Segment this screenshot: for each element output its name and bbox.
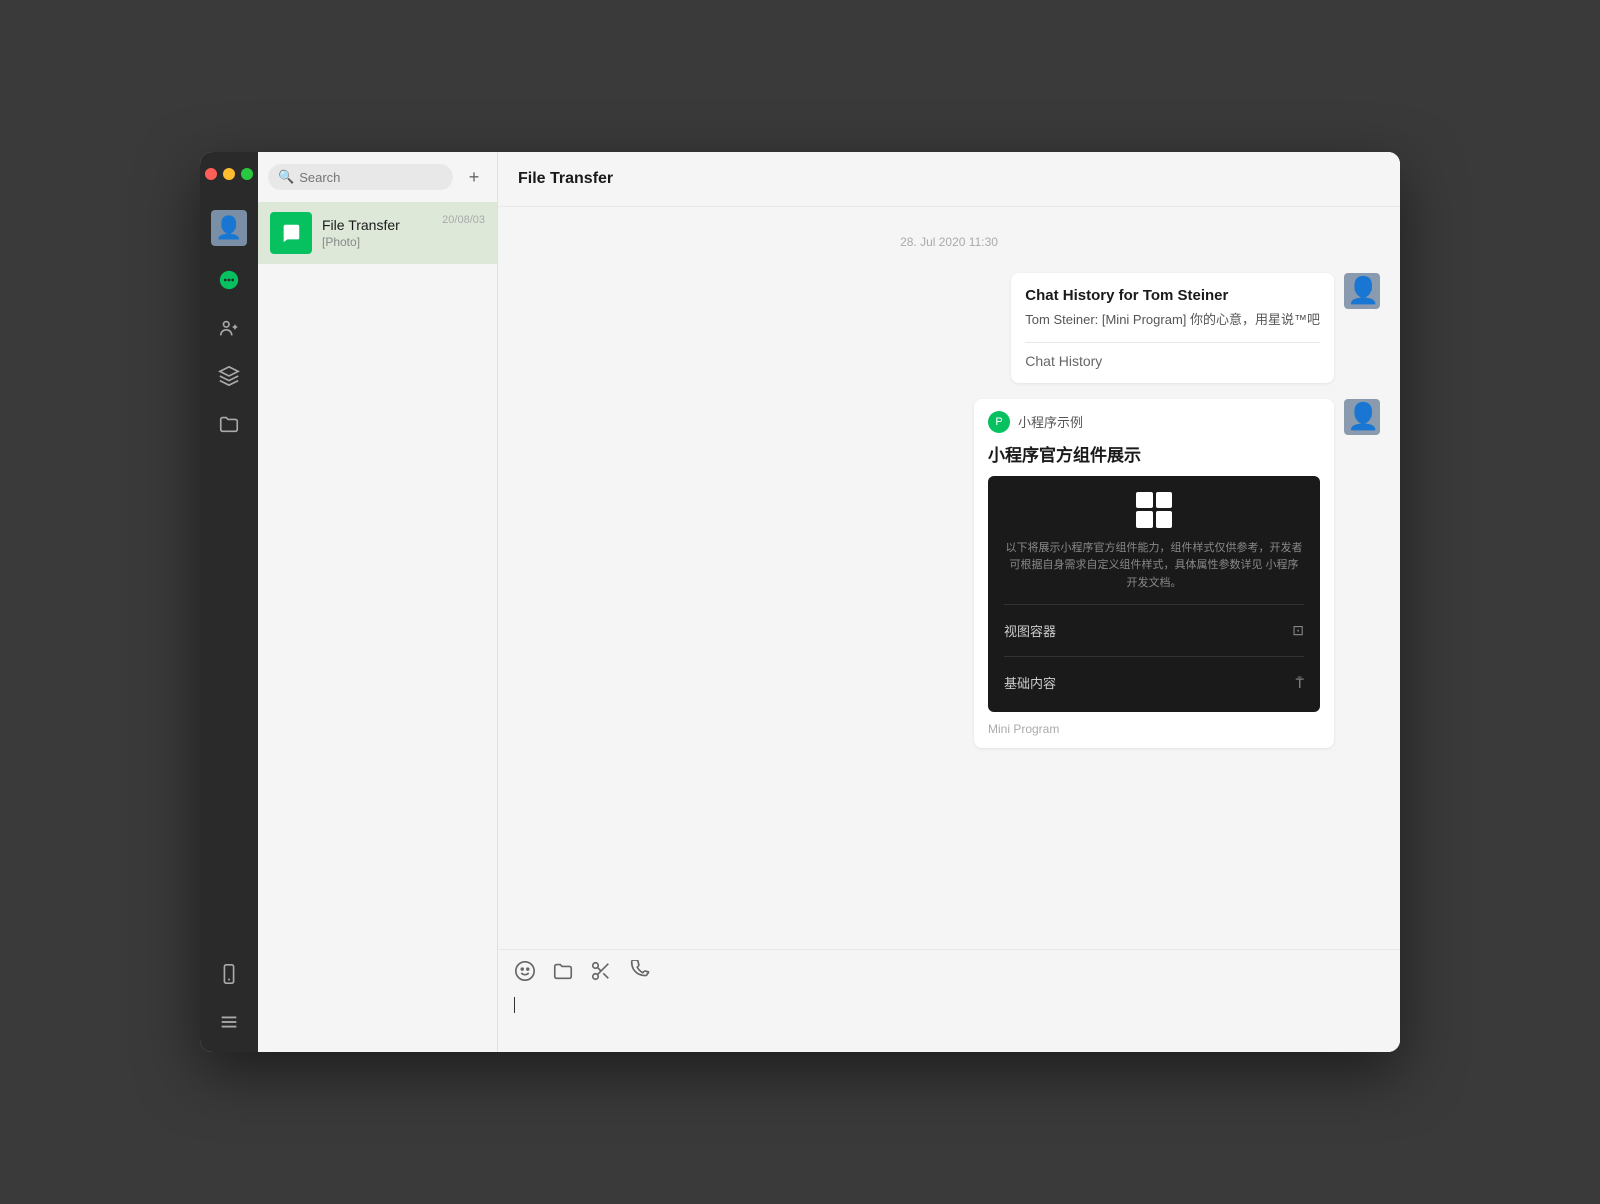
mini-program-card[interactable]: P 小程序示例 小程序官方组件展示 [974, 399, 1334, 749]
sidebar-bottom [215, 960, 243, 1036]
maximize-button[interactable] [241, 168, 253, 180]
preview-row-1-icon: ⊡ [1292, 622, 1304, 639]
grid-cell-4 [1156, 511, 1173, 528]
sender-avatar [1344, 273, 1380, 309]
chat-item-name: File Transfer [322, 217, 432, 233]
preview-row-2[interactable]: 基础内容 T̄ [1004, 669, 1304, 696]
chat-item-time: 20/08/03 [442, 212, 485, 226]
chat-item-preview: [Photo] [322, 235, 432, 249]
mini-prog-type: Mini Program [974, 722, 1334, 748]
sidebar-item-files[interactable] [215, 410, 243, 438]
main-chat-area: File Transfer 28. Jul 2020 11:30 Chat Hi… [498, 152, 1400, 1052]
traffic-lights [205, 168, 253, 180]
mini-prog-icon: P [988, 411, 1010, 433]
chat-item-icon [270, 212, 312, 254]
chat-item-info: File Transfer [Photo] [322, 217, 432, 249]
mini-prog-icon-label: P [995, 416, 1002, 428]
mini-prog-preview: 以下将展示小程序官方组件能力，组件样式仅供参考，开发者可根据自身需求自定义组件样… [988, 476, 1320, 713]
chat-header: File Transfer [498, 152, 1400, 207]
chat-history-content: Chat History for Tom Steiner Tom Steiner… [1011, 273, 1334, 383]
grid-cell-3 [1136, 511, 1153, 528]
voip-button[interactable] [628, 960, 650, 982]
message-row-mini-prog: P 小程序示例 小程序官方组件展示 [518, 399, 1380, 749]
preview-divider [1004, 604, 1304, 605]
text-cursor [514, 997, 515, 1013]
sender-avatar-2 [1344, 399, 1380, 435]
chat-list-item[interactable]: File Transfer [Photo] 20/08/03 [258, 202, 497, 264]
preview-row-1[interactable]: 视图容器 ⊡ [1004, 617, 1304, 644]
chat-title: File Transfer [518, 170, 1380, 188]
chat-list-header: 🔍 + [258, 152, 497, 202]
grid-cell-1 [1136, 492, 1153, 509]
preview-row-2-label: 基础内容 [1004, 673, 1056, 692]
preview-divider-2 [1004, 656, 1304, 657]
date-separator: 28. Jul 2020 11:30 [518, 235, 1380, 249]
new-chat-button[interactable]: + [461, 164, 487, 190]
search-input[interactable] [299, 170, 443, 185]
card-action[interactable]: Chat History [1025, 343, 1320, 369]
sidebar-item-more[interactable] [215, 1008, 243, 1036]
scissors-button[interactable] [590, 960, 612, 982]
sidebar-item-mini-programs[interactable] [215, 362, 243, 390]
folder-button[interactable] [552, 960, 574, 982]
search-box[interactable]: 🔍 [268, 164, 453, 190]
preview-row-2-icon: T̄ [1295, 675, 1304, 691]
emoji-button[interactable] [514, 960, 536, 982]
grid-cell-2 [1156, 492, 1173, 509]
chat-list-panel: 🔍 + File Transfer [Photo] 20/08/03 [258, 152, 498, 1052]
grid-icon [1136, 492, 1172, 528]
card-subtitle: Tom Steiner: [Mini Program] 你的心意，用星说™吧 [1025, 310, 1320, 343]
app-window: 👤 [200, 152, 1400, 1052]
mini-prog-title: 小程序官方组件展示 [974, 441, 1334, 476]
sidebar-item-contacts[interactable] [215, 314, 243, 342]
mini-program-header: P 小程序示例 [974, 399, 1334, 441]
preview-row-1-label: 视图容器 [1004, 621, 1056, 640]
chat-input-area[interactable] [498, 992, 1400, 1052]
sidebar-item-chats[interactable] [215, 266, 243, 294]
minimize-button[interactable] [223, 168, 235, 180]
search-icon: 🔍 [278, 169, 294, 185]
preview-text: 以下将展示小程序官方组件能力，组件样式仅供参考，开发者可根据自身需求自定义组件样… [1004, 540, 1304, 593]
sidebar-item-phone[interactable] [215, 960, 243, 988]
messages-area[interactable]: 28. Jul 2020 11:30 Chat History for Tom … [498, 207, 1400, 949]
chat-history-card[interactable]: Chat History for Tom Steiner Tom Steiner… [1011, 273, 1334, 383]
user-avatar[interactable]: 👤 [211, 210, 247, 246]
mini-prog-name: 小程序示例 [1018, 412, 1083, 431]
card-title: Chat History for Tom Steiner [1025, 287, 1320, 304]
close-button[interactable] [205, 168, 217, 180]
chat-toolbar [498, 949, 1400, 992]
preview-icon-grid [1004, 492, 1304, 528]
message-row: Chat History for Tom Steiner Tom Steiner… [518, 273, 1380, 383]
sidebar: 👤 [200, 152, 258, 1052]
